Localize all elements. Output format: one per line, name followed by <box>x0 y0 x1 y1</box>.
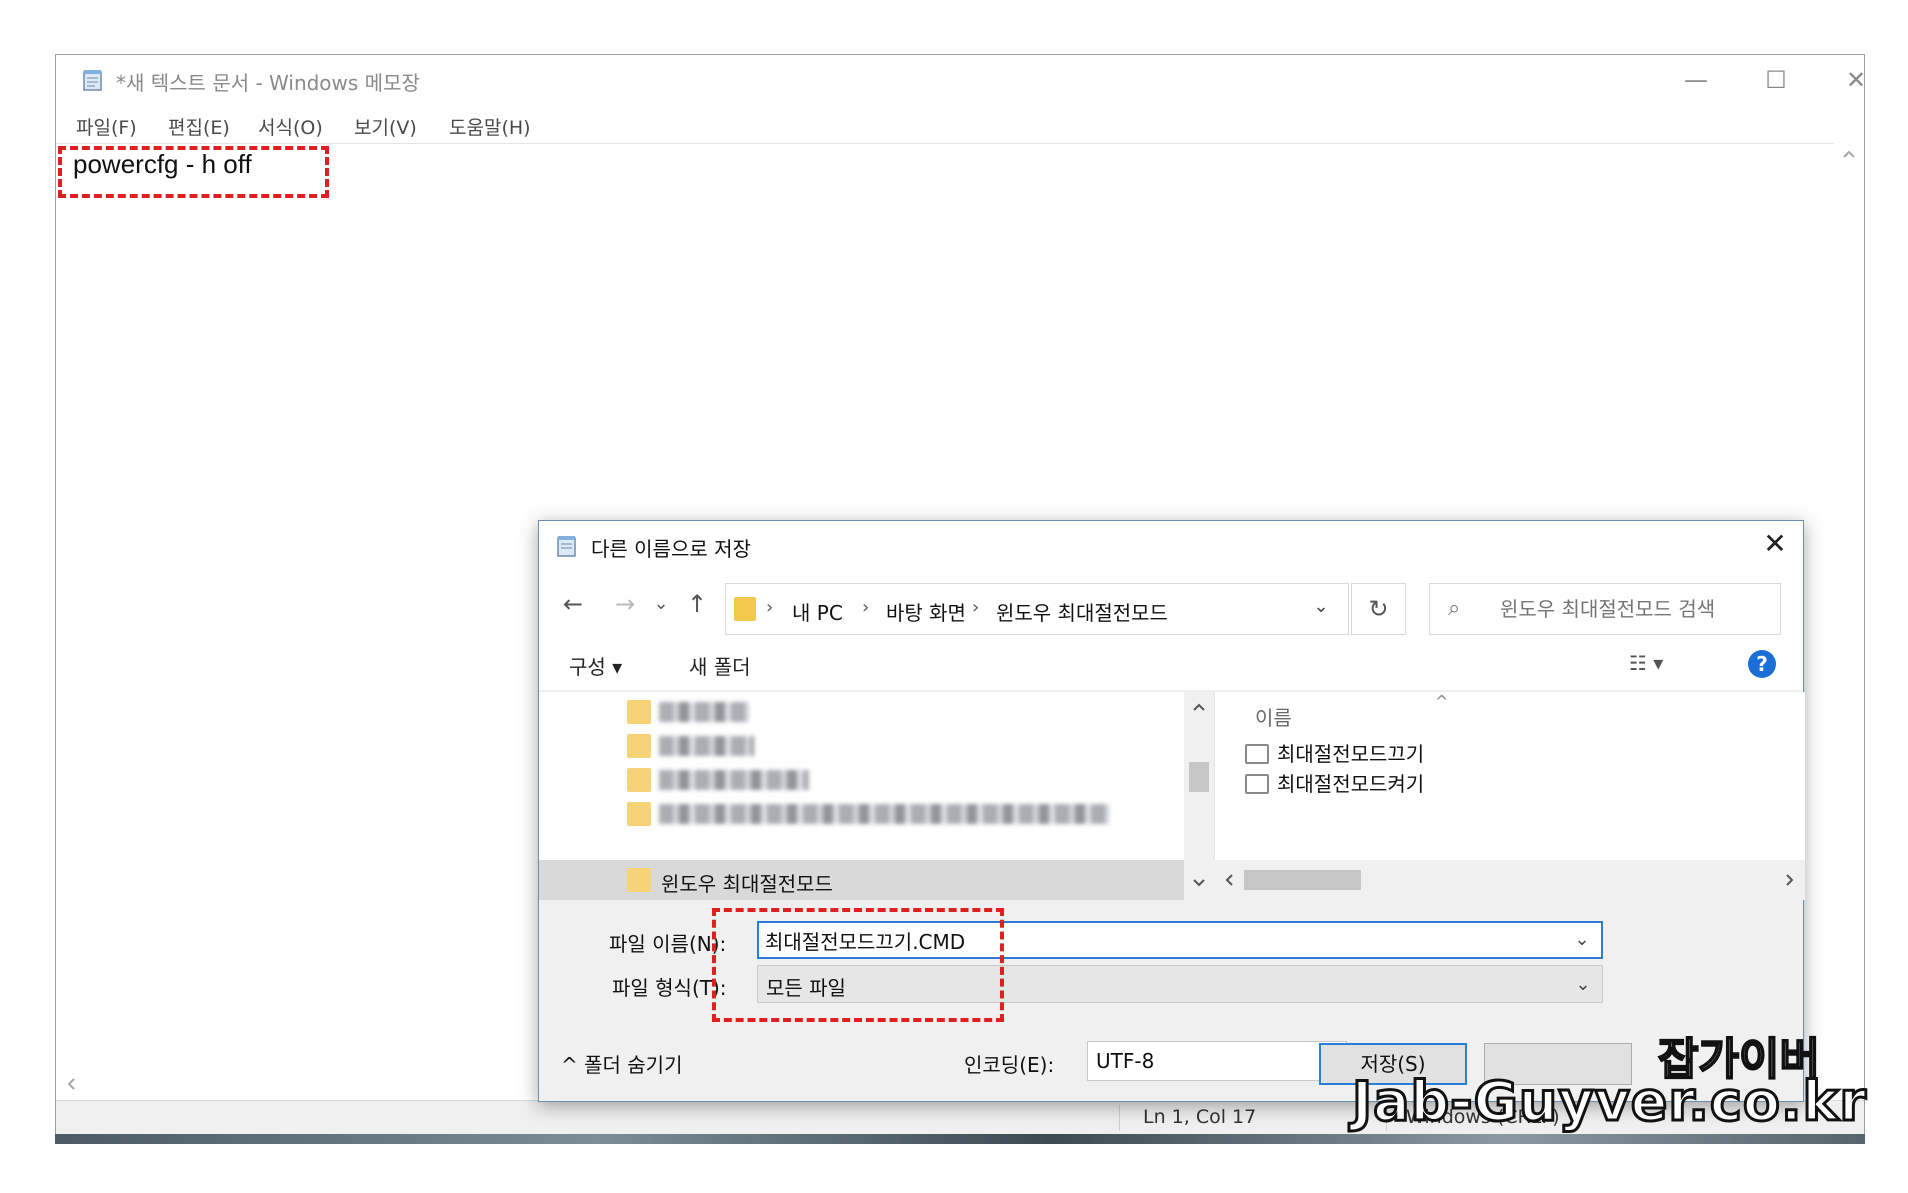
watermark-site: Jab-Guyver.co.kr <box>1351 1069 1868 1135</box>
scroll-right-icon[interactable] <box>1785 873 1795 887</box>
breadcrumb-separator-icon: › <box>972 597 980 618</box>
filetype-label: 파일 형식(T): <box>612 976 727 1000</box>
notepad-title-bar[interactable]: *새 텍스트 문서 - Windows 메모장 — ☐ ✕ <box>56 55 1866 105</box>
filename-highlight-box <box>712 908 1004 1022</box>
minimize-button[interactable]: — <box>1661 58 1731 102</box>
blurred-folder-name <box>659 736 754 756</box>
folder-tree-pane: 윈도우 최대절전모드 <box>539 692 1214 900</box>
breadcrumb-my-pc[interactable]: 내 PC <box>792 597 843 626</box>
organize-button[interactable]: 구성 ▾ <box>569 651 622 680</box>
cursor-position: Ln 1, Col 17 <box>1143 1106 1257 1128</box>
folder-icon <box>627 734 651 758</box>
command-highlight-box <box>58 146 329 198</box>
address-bar[interactable]: › 내 PC › 바탕 화면 › 윈도우 최대절전모드 ⌄ <box>725 583 1349 635</box>
scroll-down-icon[interactable] <box>1192 878 1206 888</box>
cmd-file-icon <box>1245 744 1269 764</box>
folder-icon <box>627 768 651 792</box>
blurred-folder-name <box>659 702 749 722</box>
scroll-up-icon[interactable] <box>1842 149 1856 159</box>
close-button[interactable]: ✕ <box>1821 58 1891 102</box>
encoding-label: 인코딩(E): <box>964 1053 1055 1077</box>
new-folder-button[interactable]: 새 폴더 <box>689 651 751 680</box>
forward-arrow-icon[interactable]: → <box>609 589 641 619</box>
scrollbar-thumb[interactable] <box>1189 762 1209 792</box>
notepad-menu-bar: 파일(F) 편집(E) 서식(O) 보기(V) 도움말(H) <box>56 105 1864 143</box>
encoding-value: UTF-8 <box>1096 1049 1155 1073</box>
cmd-file-icon <box>1245 774 1269 794</box>
breadcrumb-desktop[interactable]: 바탕 화면 <box>886 597 966 626</box>
sort-indicator-icon: ^ <box>1435 692 1449 711</box>
menu-view[interactable]: 보기(V) <box>354 113 417 140</box>
menu-format[interactable]: 서식(O) <box>258 113 323 140</box>
notepad-vertical-scrollbar[interactable] <box>1834 143 1864 1068</box>
scroll-left-icon[interactable] <box>1224 873 1234 887</box>
blurred-folder-name <box>659 770 809 790</box>
menu-help[interactable]: 도움말(H) <box>449 113 531 140</box>
dialog-toolbar: 구성 ▾ 새 폴더 ☷ ▾ ? <box>539 637 1803 691</box>
up-arrow-icon[interactable]: ↑ <box>681 589 713 619</box>
scroll-up-icon[interactable] <box>1192 702 1206 712</box>
list-item-label: 최대절전모드끄기 <box>1277 742 1425 766</box>
file-list-pane: 이름 ^ 최대절전모드끄기 최대절전모드켜기 <box>1214 692 1805 860</box>
scrollbar-thumb[interactable] <box>1244 870 1361 890</box>
dialog-title-bar[interactable]: 다른 이름으로 저장 ✕ <box>539 521 1803 569</box>
save-as-dialog: 다른 이름으로 저장 ✕ ← → ⌄ ↑ › 내 PC › 바탕 화면 › 윈도… <box>538 520 1805 1102</box>
status-divider <box>1119 1105 1120 1131</box>
recent-locations-icon[interactable]: ⌄ <box>645 589 677 619</box>
folder-icon <box>627 700 651 724</box>
breadcrumb-separator-icon: › <box>862 597 870 618</box>
help-icon[interactable]: ? <box>1748 650 1776 678</box>
blurred-folder-name <box>659 804 1109 824</box>
menu-file[interactable]: 파일(F) <box>76 113 137 140</box>
chevron-down-icon: ⌄ <box>1575 974 1591 995</box>
breadcrumb-current-folder[interactable]: 윈도우 최대절전모드 <box>996 597 1168 626</box>
scroll-left-icon[interactable] <box>66 1077 76 1091</box>
tree-scrollbar[interactable] <box>1184 692 1214 900</box>
menu-edit[interactable]: 편집(E) <box>168 113 230 140</box>
breadcrumb-separator-icon: › <box>766 597 774 618</box>
list-item[interactable]: 최대절전모드켜기 <box>1245 768 1424 797</box>
search-input[interactable] <box>1500 597 1770 621</box>
dialog-close-button[interactable]: ✕ <box>1747 521 1803 569</box>
encoding-select[interactable]: UTF-8 ⌄ <box>1087 1041 1347 1081</box>
tree-item-selected[interactable]: 윈도우 최대절전모드 <box>539 860 1184 900</box>
column-header-name[interactable]: 이름 <box>1255 702 1292 731</box>
file-list-horizontal-scrollbar[interactable] <box>1214 860 1805 900</box>
back-arrow-icon[interactable]: ← <box>557 589 589 619</box>
folder-icon <box>627 868 651 892</box>
navigation-bar: ← → ⌄ ↑ › 내 PC › 바탕 화면 › 윈도우 최대절전모드 ⌄ ↻ … <box>539 569 1803 637</box>
list-item-label: 최대절전모드켜기 <box>1277 772 1425 796</box>
notepad-window-title: *새 텍스트 문서 - Windows 메모장 <box>116 71 420 95</box>
view-options-button[interactable]: ☷ ▾ <box>1629 651 1663 675</box>
hide-folders-toggle[interactable]: ^ 폴더 숨기기 <box>561 1049 682 1078</box>
folder-icon <box>627 802 651 826</box>
list-item[interactable]: 최대절전모드끄기 <box>1245 738 1424 767</box>
dialog-title: 다른 이름으로 저장 <box>591 537 751 561</box>
search-box[interactable]: ⌕ <box>1429 583 1781 635</box>
folder-icon <box>734 597 756 621</box>
filename-label: 파일 이름(N): <box>609 932 727 956</box>
notepad-app-icon <box>557 536 576 557</box>
chevron-down-icon[interactable]: ⌄ <box>1565 921 1599 959</box>
refresh-button[interactable]: ↻ <box>1351 583 1406 635</box>
tree-item-label: 윈도우 최대절전모드 <box>661 872 833 896</box>
notepad-app-icon <box>83 70 102 91</box>
chevron-down-icon[interactable]: ⌄ <box>1306 596 1336 624</box>
search-icon: ⌕ <box>1448 596 1461 621</box>
tree-item[interactable] <box>539 794 1184 834</box>
maximize-button[interactable]: ☐ <box>1741 58 1811 102</box>
